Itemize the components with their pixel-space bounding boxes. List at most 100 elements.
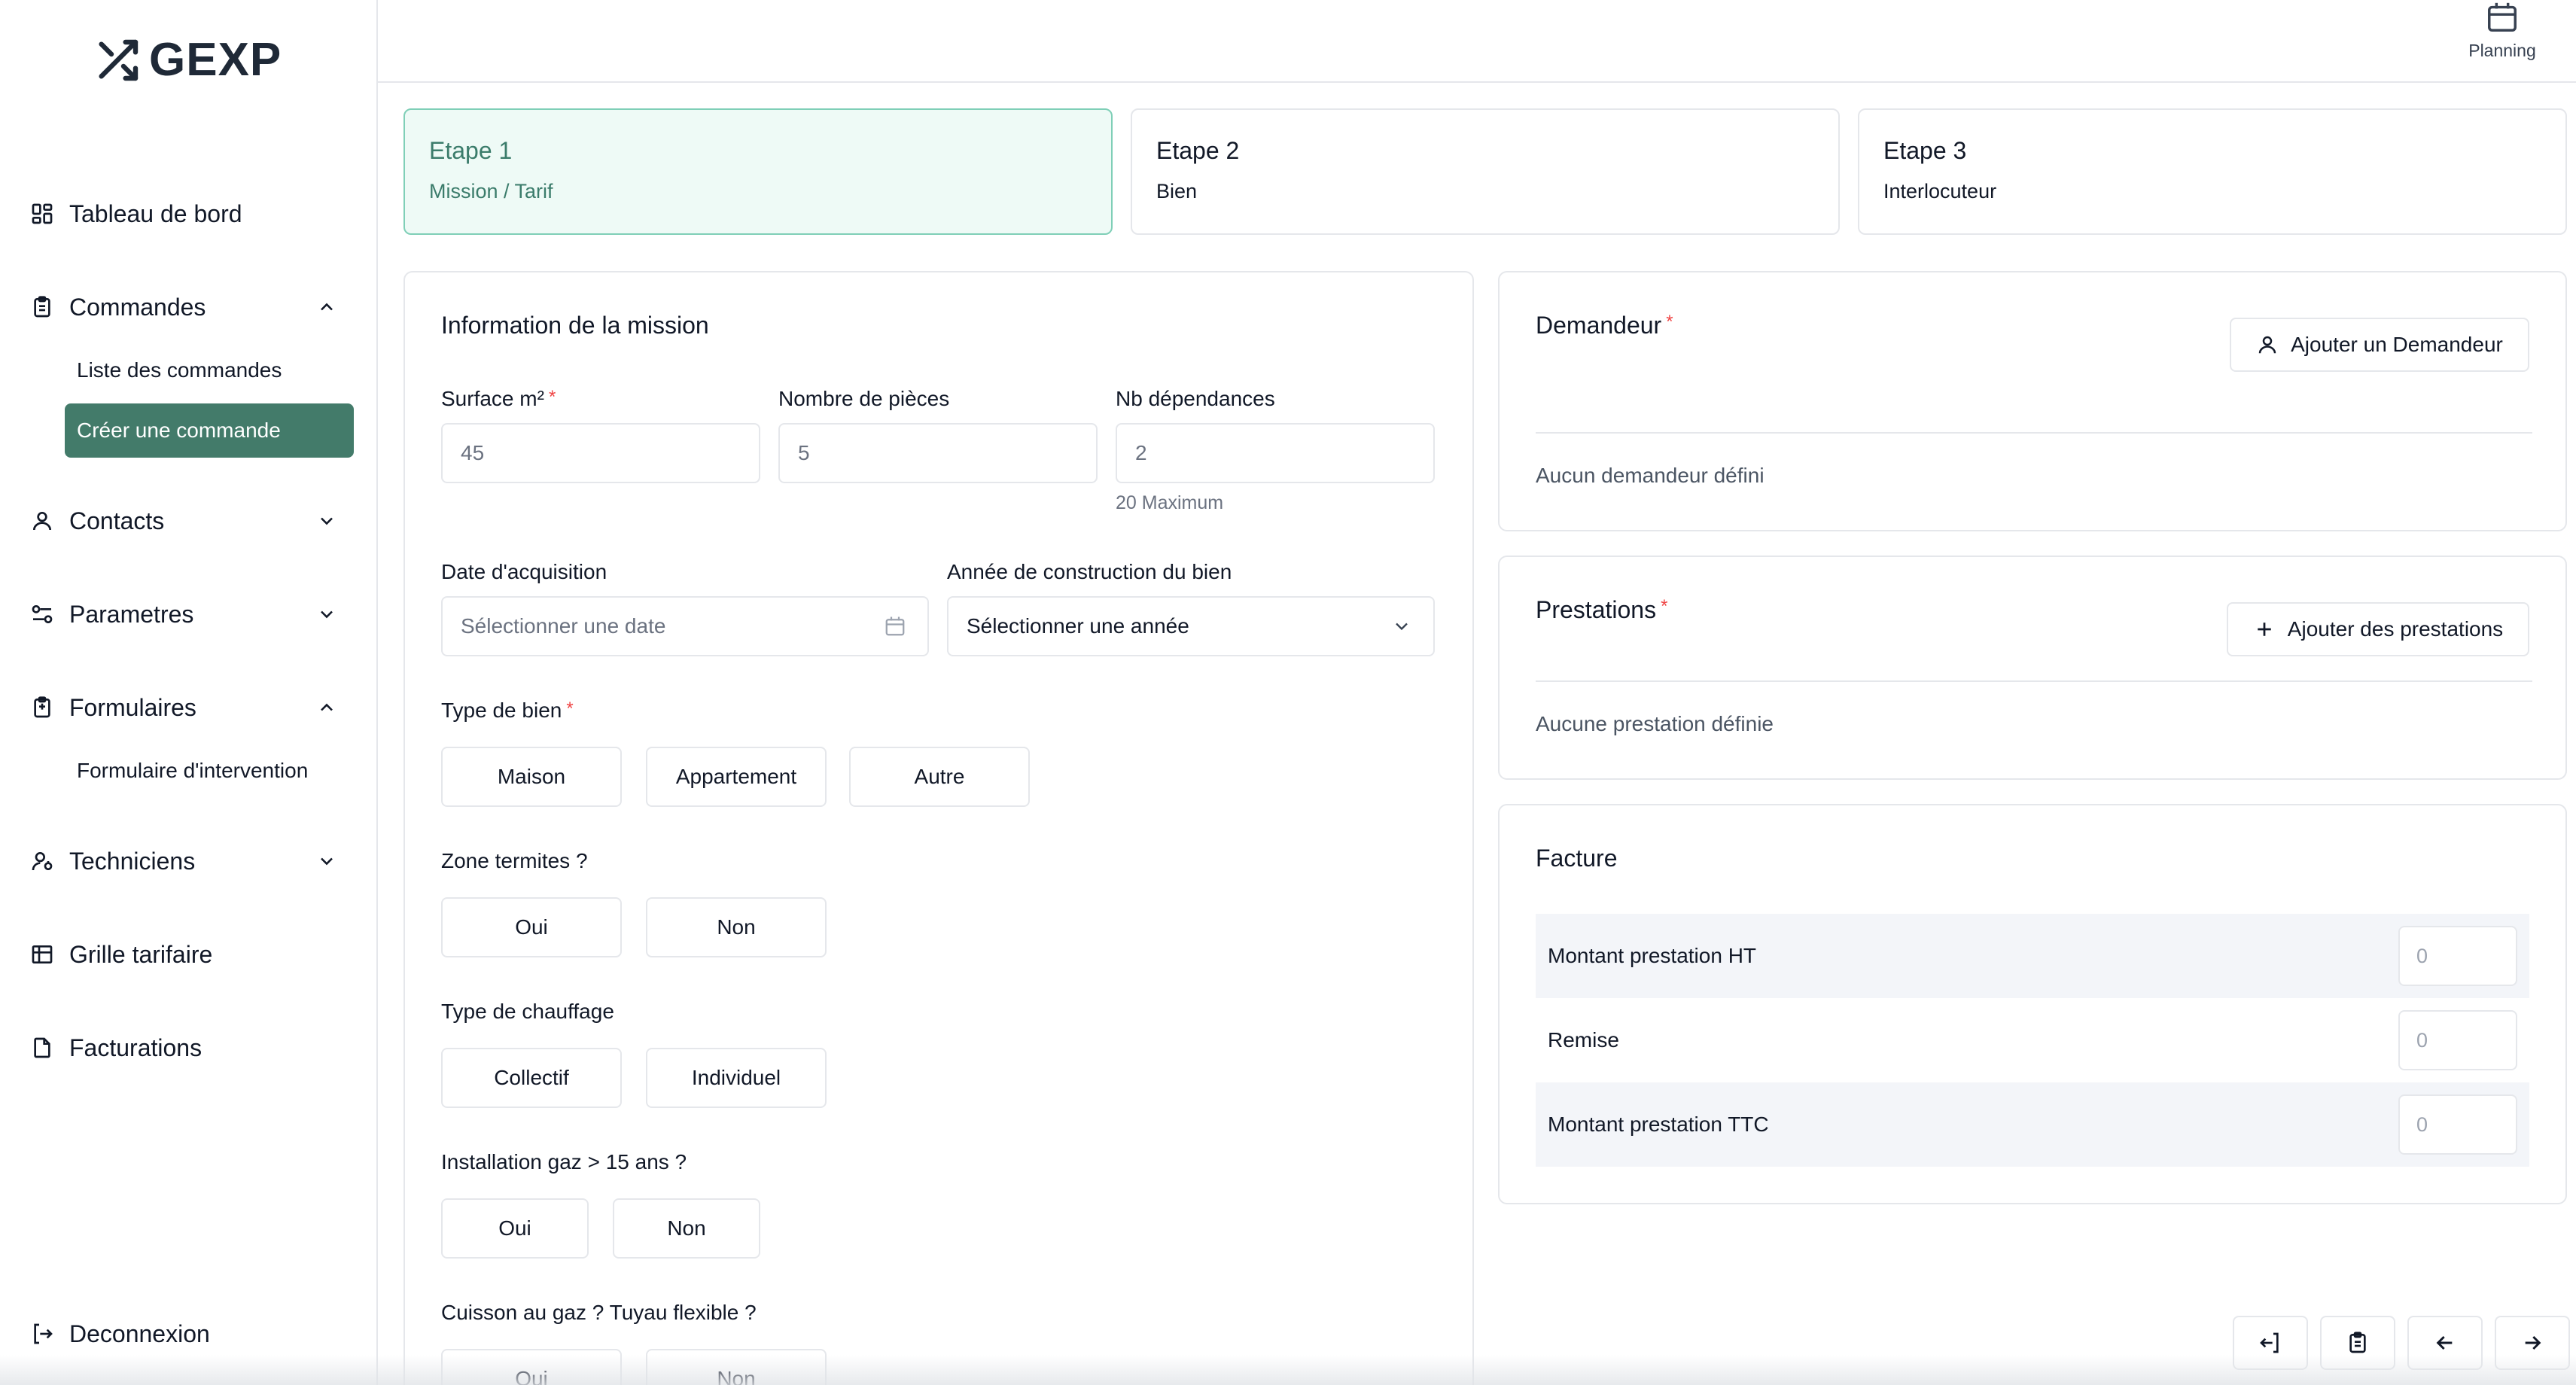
- clipboard-icon: [2349, 1332, 2366, 1353]
- sidebar-item-facturations[interactable]: Facturations: [29, 1025, 352, 1070]
- logout-icon: [29, 1320, 56, 1347]
- gaz-label: Installation gaz > 15 ans ?: [441, 1150, 687, 1173]
- dependances-label: Nb dépendances: [1116, 387, 1275, 410]
- sidebar-item-label: Parametres: [69, 600, 194, 628]
- sidebar-item-label: Grille tarifaire: [69, 940, 213, 968]
- sidebar-subitem-formulaire-intervention[interactable]: Formulaire d'intervention: [65, 744, 354, 798]
- gaz-non[interactable]: Non: [613, 1198, 760, 1259]
- add-prestations-label: Ajouter des prestations: [2287, 617, 2504, 641]
- demandeur-title: Demandeur *: [1536, 312, 1673, 339]
- step-subtitle: Interlocuteur: [1883, 180, 1997, 202]
- sidebar-item-label: Formulaires: [69, 693, 196, 721]
- chauffage-collectif[interactable]: Collectif: [441, 1048, 622, 1108]
- sidebar-item-parametres[interactable]: Parametres: [29, 592, 352, 637]
- termites-non[interactable]: Non: [646, 897, 827, 957]
- mission-title: Information de la mission: [441, 312, 709, 339]
- logout-button[interactable]: Deconnexion: [29, 1311, 352, 1356]
- sidebar-item-grille-tarifaire[interactable]: Grille tarifaire: [29, 932, 352, 977]
- sidebar-subitem-liste-commandes[interactable]: Liste des commandes: [65, 343, 354, 397]
- sidebar-item-commandes[interactable]: Commandes: [29, 285, 352, 330]
- exit-button[interactable]: [2233, 1316, 2308, 1370]
- table-icon: [29, 941, 56, 968]
- user-icon: [29, 507, 56, 534]
- plus-icon: [2258, 622, 2271, 636]
- type-bien-label: Type de bien *: [441, 699, 574, 722]
- facture-row-ttc: Montant prestation TTC 0: [1536, 1082, 2529, 1167]
- shuffle-icon: [99, 39, 139, 81]
- sidebar-item-label: Techniciens: [69, 847, 196, 875]
- sidebar-item-techniciens[interactable]: Techniciens: [29, 839, 352, 884]
- step-3[interactable]: Etape 3 Interlocuteur: [1858, 108, 2567, 235]
- step-subtitle: Mission / Tarif: [429, 180, 553, 202]
- chauffage-individuel[interactable]: Individuel: [646, 1048, 827, 1108]
- logo-text: GEXP: [149, 34, 282, 86]
- calendar-icon: [2488, 2, 2517, 32]
- type-bien-maison[interactable]: Maison: [441, 747, 622, 807]
- pieces-input[interactable]: 5: [778, 423, 1098, 483]
- step-title: Etape 1: [429, 137, 513, 164]
- sidebar-subitem-creer-commande[interactable]: Créer une commande: [65, 403, 354, 458]
- acquisition-date-input[interactable]: Sélectionner une date: [441, 596, 929, 656]
- prestations-empty-text: Aucune prestation définie: [1536, 712, 1774, 735]
- logo[interactable]: GEXP: [93, 33, 282, 87]
- mission-panel: Information de la mission Surface m² * 45…: [403, 271, 1474, 1385]
- construction-year-select[interactable]: Sélectionner une année: [947, 596, 1435, 656]
- divider: [1536, 680, 2532, 682]
- pieces-label: Nombre de pièces: [778, 387, 950, 410]
- remise-input[interactable]: 0: [2398, 1010, 2517, 1070]
- dependances-hint: 20 Maximum: [1116, 492, 1224, 513]
- topbar: Planning: [378, 0, 2576, 83]
- prestations-title: Prestations *: [1536, 596, 1668, 623]
- sidebar-item-label: Contacts: [69, 507, 165, 534]
- cuisson-oui[interactable]: Oui: [441, 1349, 622, 1385]
- construction-label: Année de construction du bien: [947, 560, 1232, 583]
- facture-title: Facture: [1536, 845, 1618, 872]
- divider: [1536, 432, 2532, 434]
- acquisition-label: Date d'acquisition: [441, 560, 607, 583]
- facture-panel: Facture Montant prestation HT 0 Remise 0…: [1498, 804, 2567, 1204]
- step-title: Etape 2: [1156, 137, 1240, 164]
- type-bien-appartement[interactable]: Appartement: [646, 747, 827, 807]
- save-draft-button[interactable]: [2320, 1316, 2395, 1370]
- gaz-oui[interactable]: Oui: [441, 1198, 589, 1259]
- demandeur-panel: Demandeur * Ajouter un Demandeur Aucun de…: [1498, 271, 2567, 531]
- sidebar-item-label: Tableau de bord: [69, 199, 242, 227]
- select-value: Sélectionner une année: [967, 614, 1189, 638]
- planning-label: Planning: [2468, 41, 2536, 60]
- step-title: Etape 3: [1883, 137, 1967, 164]
- termites-label: Zone termites ?: [441, 849, 588, 872]
- sidebar-item-contacts[interactable]: Contacts: [29, 498, 352, 543]
- step-1[interactable]: Etape 1 Mission / Tarif: [403, 108, 1113, 235]
- montant-ttc-input[interactable]: 0: [2398, 1094, 2517, 1155]
- chauffage-label: Type de chauffage: [441, 1000, 614, 1023]
- file-icon: [29, 1034, 56, 1061]
- step-subtitle: Bien: [1156, 180, 1198, 202]
- arrow-right-icon: [2525, 1335, 2541, 1350]
- exit-icon: [2260, 1332, 2279, 1353]
- sidebar-item-tableau-de-bord[interactable]: Tableau de bord: [29, 191, 352, 236]
- surface-input[interactable]: 45: [441, 423, 760, 483]
- chevron-down-icon: [321, 857, 333, 866]
- arrow-left-icon: [2436, 1335, 2453, 1350]
- add-demandeur-button[interactable]: Ajouter un Demandeur: [2230, 318, 2529, 372]
- next-button[interactable]: [2495, 1316, 2570, 1370]
- facture-row-remise: Remise 0: [1536, 998, 2529, 1082]
- clipboard-icon: [29, 294, 56, 321]
- date-placeholder: Sélectionner une date: [461, 614, 666, 638]
- planning-button[interactable]: Planning: [2457, 0, 2547, 75]
- facture-row-label: Montant prestation HT: [1548, 944, 1757, 967]
- previous-button[interactable]: [2407, 1316, 2483, 1370]
- cuisson-label: Cuisson au gaz ? Tuyau flexible ?: [441, 1301, 757, 1324]
- add-prestations-button[interactable]: Ajouter des prestations: [2227, 602, 2529, 656]
- facture-row-ht: Montant prestation HT 0: [1536, 914, 2529, 998]
- sidebar-item-formulaires[interactable]: Formulaires: [29, 685, 352, 730]
- user-icon: [2258, 336, 2276, 354]
- step-2[interactable]: Etape 2 Bien: [1131, 108, 1840, 235]
- add-demandeur-label: Ajouter un Demandeur: [2291, 333, 2503, 356]
- type-bien-autre[interactable]: Autre: [849, 747, 1030, 807]
- cuisson-non[interactable]: Non: [646, 1349, 827, 1385]
- chevron-up-icon: [321, 303, 333, 311]
- montant-ht-input[interactable]: 0: [2398, 926, 2517, 986]
- dependances-input[interactable]: 2: [1116, 423, 1435, 483]
- termites-oui[interactable]: Oui: [441, 897, 622, 957]
